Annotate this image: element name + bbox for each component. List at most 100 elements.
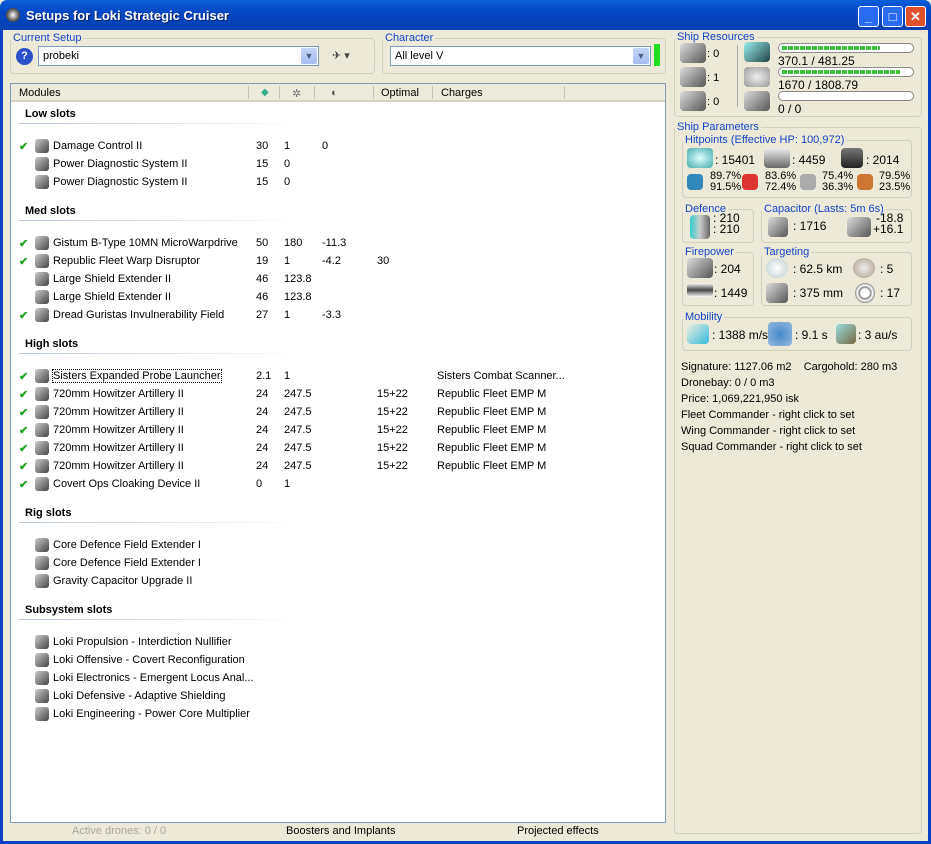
active-check-icon[interactable]: ✔ bbox=[19, 460, 28, 473]
module-row[interactable]: Core Defence Field Extender I bbox=[11, 536, 665, 554]
drone-bandwidth-icon bbox=[744, 91, 770, 111]
module-row[interactable]: Loki Engineering - Power Core Multiplier bbox=[11, 705, 665, 723]
module-powergrid: 180 bbox=[284, 237, 303, 249]
turret-dps: : 204 bbox=[714, 262, 741, 276]
module-row[interactable]: Power Diagnostic System II 15 0 bbox=[11, 173, 665, 191]
module-cpu: 24 bbox=[256, 442, 269, 454]
squad-commander[interactable]: Squad Commander - right click to set bbox=[681, 441, 897, 457]
module-cpu: 46 bbox=[256, 273, 269, 285]
module-name: Core Defence Field Extender I bbox=[53, 557, 201, 569]
module-powergrid: 247.5 bbox=[284, 388, 312, 400]
cargohold: Cargohold: 280 m3 bbox=[803, 361, 898, 373]
help-icon[interactable]: ? bbox=[16, 48, 33, 65]
module-row[interactable]: ✔ Covert Ops Cloaking Device II 0 1 bbox=[11, 475, 665, 493]
chevron-down-icon[interactable]: ▼ bbox=[301, 48, 317, 64]
module-name: Covert Ops Cloaking Device II bbox=[53, 478, 201, 490]
max-velocity-icon bbox=[687, 324, 709, 344]
module-capacitor: -4.2 bbox=[322, 255, 341, 267]
active-drones-tab[interactable]: Active drones: 0 / 0 bbox=[72, 825, 166, 837]
module-charges: Republic Fleet EMP M bbox=[437, 424, 547, 436]
setup-select[interactable]: probeki ▼ bbox=[38, 46, 319, 66]
module-row[interactable]: ✔ Republic Fleet Warp Disruptor 19 1 -4.2 30 bbox=[11, 252, 665, 270]
ship-parameters-label: Ship Parameters bbox=[677, 121, 759, 133]
module-row[interactable]: Large Shield Extender II 46 123.8 bbox=[11, 288, 665, 306]
module-row[interactable]: ✔ 720mm Howitzer Artillery II 24 247.5 15+22… bbox=[11, 421, 665, 439]
module-row[interactable]: Loki Defensive - Adaptive Shielding bbox=[11, 687, 665, 705]
module-row[interactable]: ✔ 720mm Howitzer Artillery II 24 247.5 15+22… bbox=[11, 457, 665, 475]
module-icon bbox=[35, 423, 49, 437]
module-row[interactable]: Gravity Capacitor Upgrade II bbox=[11, 572, 665, 590]
section-divider bbox=[19, 220, 304, 221]
module-powergrid: 123.8 bbox=[284, 291, 312, 303]
active-check-icon[interactable]: ✔ bbox=[19, 424, 28, 437]
module-row[interactable]: Large Shield Extender II 46 123.8 bbox=[11, 270, 665, 288]
minimize-button[interactable]: _ bbox=[858, 6, 879, 27]
module-icon bbox=[35, 538, 49, 552]
module-row[interactable]: ✔ Sisters Expanded Probe Launcher 2.1 1 Sist… bbox=[11, 367, 665, 385]
cpu-column-icon[interactable]: ◆ bbox=[261, 87, 269, 98]
module-name: 720mm Howitzer Artillery II bbox=[53, 424, 184, 436]
module-row[interactable]: Core Defence Field Extender I bbox=[11, 554, 665, 572]
module-row[interactable]: Loki Propulsion - Interdiction Nullifier bbox=[11, 633, 665, 651]
active-check-icon[interactable]: ✔ bbox=[19, 309, 28, 322]
module-icon bbox=[35, 254, 49, 268]
module-row[interactable]: ✔ Dread Guristas Invulnerability Field 27 1… bbox=[11, 306, 665, 324]
active-check-icon[interactable]: ✔ bbox=[19, 388, 28, 401]
wing-commander[interactable]: Wing Commander - right click to set bbox=[681, 425, 897, 441]
capacitor-column-icon[interactable]: ◐ bbox=[331, 87, 338, 99]
module-name: Loki Electronics - Emergent Locus Anal..… bbox=[53, 672, 254, 684]
module-icon bbox=[35, 556, 49, 570]
missile-dps: : 1449 bbox=[714, 286, 748, 300]
active-check-icon[interactable]: ✔ bbox=[19, 442, 28, 455]
module-charges: Republic Fleet EMP M bbox=[437, 460, 547, 472]
section-heading: Subsystem slots bbox=[25, 604, 113, 616]
section-heading: Med slots bbox=[25, 205, 76, 217]
modules-list[interactable]: Modules ◆ ✲ ◐ Optimal Charges Low slots ✔… bbox=[10, 83, 666, 823]
module-icon bbox=[35, 236, 49, 250]
current-setup-label: Current Setup bbox=[13, 32, 82, 44]
module-icon bbox=[35, 308, 49, 322]
setup-menu-button[interactable]: ✈ ▾ bbox=[332, 49, 350, 62]
column-charges[interactable]: Charges bbox=[441, 87, 483, 99]
column-optimal[interactable]: Optimal bbox=[381, 87, 419, 99]
module-name: 720mm Howitzer Artillery II bbox=[53, 388, 184, 400]
module-powergrid: 0 bbox=[284, 176, 291, 188]
module-cpu: 24 bbox=[256, 460, 269, 472]
active-check-icon[interactable]: ✔ bbox=[19, 478, 28, 491]
active-check-icon[interactable]: ✔ bbox=[19, 370, 28, 383]
active-check-icon[interactable]: ✔ bbox=[19, 140, 28, 153]
defence-icon bbox=[690, 215, 710, 239]
capacitor-recharge-icon bbox=[847, 217, 871, 237]
module-icon bbox=[35, 707, 49, 721]
missile-dps-icon bbox=[687, 283, 713, 297]
character-label: Character bbox=[385, 32, 434, 44]
active-check-icon[interactable]: ✔ bbox=[19, 406, 28, 419]
module-row[interactable]: Loki Electronics - Emergent Locus Anal..… bbox=[11, 669, 665, 687]
module-row[interactable]: ✔ Gistum B-Type 10MN MicroWarpdrive 50 180 -… bbox=[11, 234, 665, 252]
explosive-resists: 79.5% 23.5% bbox=[879, 170, 911, 193]
module-row[interactable]: Power Diagnostic System II 15 0 bbox=[11, 155, 665, 173]
module-row[interactable]: ✔ 720mm Howitzer Artillery II 24 247.5 15+22… bbox=[11, 439, 665, 457]
fleet-commander[interactable]: Fleet Commander - right click to set bbox=[681, 409, 897, 425]
section-heading: Rig slots bbox=[25, 507, 72, 519]
list-header: Modules ◆ ✲ ◐ Optimal Charges bbox=[11, 84, 665, 102]
chevron-down-icon[interactable]: ▼ bbox=[633, 48, 649, 64]
module-row[interactable]: ✔ Damage Control II 30 1 0 bbox=[11, 137, 665, 155]
module-row[interactable]: ✔ 720mm Howitzer Artillery II 24 247.5 15+22… bbox=[11, 403, 665, 421]
module-name: 720mm Howitzer Artillery II bbox=[53, 460, 184, 472]
module-icon bbox=[35, 459, 49, 473]
column-modules[interactable]: Modules bbox=[19, 87, 61, 99]
powergrid-column-icon[interactable]: ✲ bbox=[292, 87, 301, 100]
active-check-icon[interactable]: ✔ bbox=[19, 237, 28, 250]
character-select[interactable]: All level V ▼ bbox=[390, 46, 651, 66]
module-row[interactable]: ✔ 720mm Howitzer Artillery II 24 247.5 15+22… bbox=[11, 385, 665, 403]
module-row[interactable]: Loki Offensive - Covert Reconfiguration bbox=[11, 651, 665, 669]
active-check-icon[interactable]: ✔ bbox=[19, 255, 28, 268]
close-button[interactable]: ✕ bbox=[905, 6, 926, 27]
boosters-implants-tab[interactable]: Boosters and Implants bbox=[286, 825, 395, 837]
module-icon bbox=[35, 405, 49, 419]
module-powergrid: 1 bbox=[284, 140, 291, 152]
projected-effects-tab[interactable]: Projected effects bbox=[517, 825, 599, 837]
maximize-button[interactable]: □ bbox=[882, 6, 903, 27]
defence-values: : 210: 210 bbox=[713, 211, 740, 236]
